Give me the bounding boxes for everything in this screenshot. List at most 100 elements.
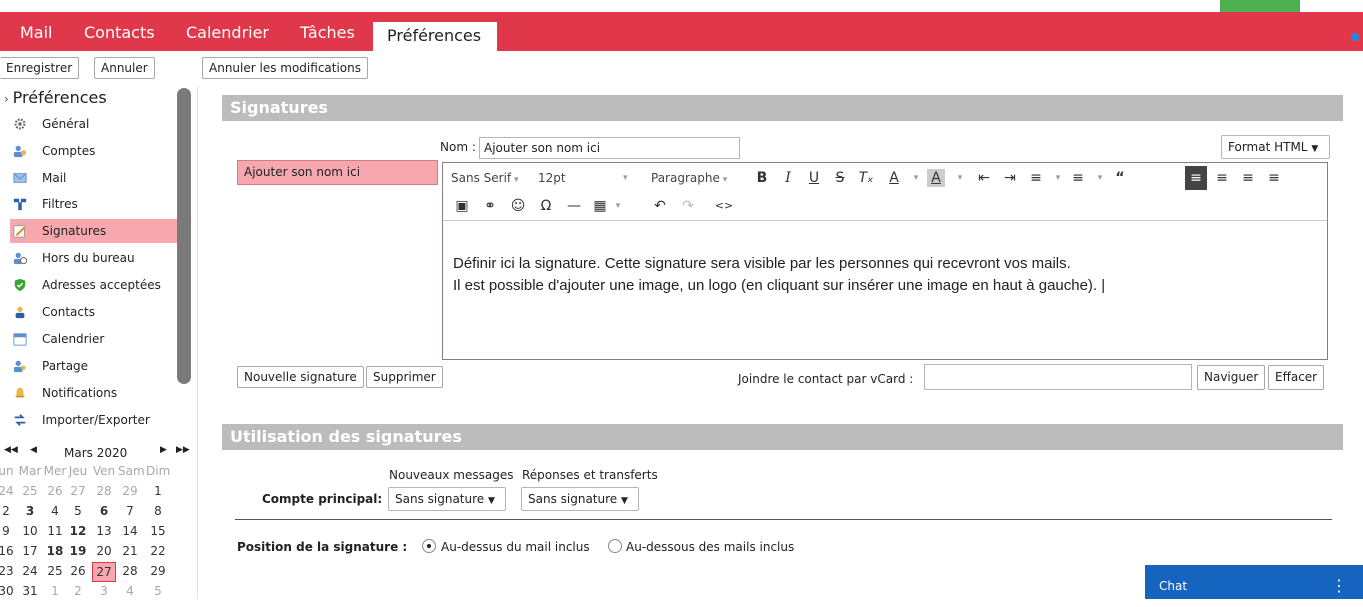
- outdent-icon[interactable]: ⇤: [973, 166, 995, 190]
- calendar-day[interactable]: 16: [0, 542, 18, 560]
- calendar-day[interactable]: 28: [92, 482, 116, 500]
- signature-list-item[interactable]: Ajouter son nom ici: [237, 160, 438, 185]
- calendar-day[interactable]: 25: [43, 562, 67, 580]
- sidebar-item-import-export[interactable]: Importer/Exporter: [10, 408, 178, 432]
- calendar-day[interactable]: 5: [146, 582, 170, 600]
- calendar-day[interactable]: 10: [18, 522, 42, 540]
- next-month-icon[interactable]: ▶: [160, 445, 167, 455]
- calendar-day[interactable]: 3: [92, 582, 116, 600]
- calendar-day[interactable]: 3: [18, 502, 42, 520]
- sidebar-item-mail[interactable]: Mail: [10, 166, 178, 190]
- numbered-list-icon[interactable]: ≡: [1067, 166, 1089, 190]
- calendar-day[interactable]: 24: [0, 482, 18, 500]
- calendar-day[interactable]: 4: [118, 582, 142, 600]
- align-right-icon[interactable]: ≡: [1237, 166, 1259, 190]
- link-icon[interactable]: ⚭: [479, 194, 501, 218]
- sidebar-item-notifications[interactable]: Notifications: [10, 381, 178, 405]
- tab-preferences[interactable]: Préférences: [373, 22, 497, 51]
- calendar-day[interactable]: 24: [18, 562, 42, 580]
- delete-signature-button[interactable]: Supprimer: [366, 366, 443, 388]
- undo-icon[interactable]: ↶: [649, 194, 671, 218]
- sidebar-item-filters[interactable]: Filtres: [10, 192, 178, 216]
- strikethrough-icon[interactable]: S: [829, 166, 851, 190]
- sidebar-item-accepted-addresses[interactable]: Adresses acceptées: [10, 273, 178, 297]
- chat-widget[interactable]: Chat ⋮: [1145, 565, 1363, 599]
- insert-image-icon[interactable]: ▣: [451, 194, 473, 218]
- editor-content[interactable]: Définir ici la signature. Cette signatur…: [453, 253, 1105, 297]
- special-char-icon[interactable]: Ω: [535, 194, 557, 218]
- calendar-day[interactable]: 2: [0, 502, 18, 520]
- calendar-day[interactable]: 7: [118, 502, 142, 520]
- calendar-day-today[interactable]: 27: [92, 562, 116, 582]
- calendar-day[interactable]: 17: [18, 542, 42, 560]
- prev-month-icon[interactable]: ◀: [30, 445, 37, 455]
- clear-format-icon[interactable]: Tₓ: [855, 166, 877, 190]
- calendar-day[interactable]: 22: [146, 542, 170, 560]
- italic-icon[interactable]: I: [777, 166, 799, 190]
- calendar-day[interactable]: 6: [92, 502, 116, 520]
- sidebar-item-signatures[interactable]: Signatures: [10, 219, 178, 243]
- more-options-icon[interactable]: ⋮: [1331, 565, 1347, 607]
- font-family-select[interactable]: Sans Serif: [451, 166, 519, 190]
- save-button[interactable]: Enregistrer: [0, 57, 80, 79]
- tab-tasks[interactable]: Tâches: [286, 14, 369, 51]
- name-input[interactable]: Ajouter son nom ici: [479, 137, 740, 159]
- radio-above[interactable]: [422, 539, 436, 553]
- clear-button[interactable]: Effacer: [1268, 365, 1325, 390]
- emoji-icon[interactable]: ☺: [507, 194, 529, 218]
- calendar-day[interactable]: 12: [66, 522, 90, 540]
- calendar-day[interactable]: 1: [146, 482, 170, 500]
- tab-calendar[interactable]: Calendrier: [172, 14, 283, 51]
- new-message-signature-select[interactable]: Sans signature ▼: [388, 487, 506, 511]
- calendar-day[interactable]: 30: [0, 582, 18, 600]
- sidebar-item-share[interactable]: Partage: [10, 354, 178, 378]
- browse-button[interactable]: Naviguer: [1197, 365, 1266, 390]
- calendar-day[interactable]: 19: [66, 542, 90, 560]
- tab-contacts[interactable]: Contacts: [70, 14, 169, 51]
- calendar-day[interactable]: 4: [43, 502, 67, 520]
- calendar-day[interactable]: 13: [92, 522, 116, 540]
- text-color-icon[interactable]: A: [883, 166, 905, 190]
- calendar-day[interactable]: 21: [118, 542, 142, 560]
- radio-below[interactable]: [608, 539, 622, 553]
- sidebar-item-general[interactable]: Général: [10, 112, 178, 136]
- sidebar-title[interactable]: › Préférences: [4, 88, 107, 107]
- calendar-day[interactable]: 15: [146, 522, 170, 540]
- background-color-icon[interactable]: A: [927, 169, 945, 187]
- calendar-day[interactable]: 18: [43, 542, 67, 560]
- sidebar-item-out-of-office[interactable]: Hors du bureau: [10, 246, 178, 270]
- blockquote-icon[interactable]: “: [1109, 166, 1131, 190]
- align-left-icon[interactable]: ≡: [1185, 166, 1207, 190]
- reply-signature-select[interactable]: Sans signature ▼: [521, 487, 639, 511]
- calendar-day[interactable]: 29: [146, 562, 170, 580]
- new-signature-button[interactable]: Nouvelle signature: [237, 366, 364, 388]
- calendar-day[interactable]: 25: [18, 482, 42, 500]
- justify-icon[interactable]: ≡: [1263, 166, 1285, 190]
- indent-icon[interactable]: ⇥: [999, 166, 1021, 190]
- calendar-day[interactable]: 1: [43, 582, 67, 600]
- calendar-day[interactable]: 5: [66, 502, 90, 520]
- horizontal-rule-icon[interactable]: —: [563, 194, 585, 218]
- calendar-day[interactable]: 26: [43, 482, 67, 500]
- calendar-day[interactable]: 14: [118, 522, 142, 540]
- calendar-day[interactable]: 11: [43, 522, 67, 540]
- calendar-day[interactable]: 2: [66, 582, 90, 600]
- underline-icon[interactable]: U: [803, 166, 825, 190]
- tab-mail[interactable]: Mail: [6, 14, 67, 51]
- format-select[interactable]: Format HTML ▼: [1221, 135, 1330, 159]
- source-code-icon[interactable]: <>: [713, 194, 735, 218]
- calendar-day[interactable]: 8: [146, 502, 170, 520]
- calendar-day[interactable]: 28: [118, 562, 142, 580]
- sidebar-item-accounts[interactable]: Comptes: [10, 139, 178, 163]
- calendar-day[interactable]: 9: [0, 522, 18, 540]
- vcard-input[interactable]: [924, 364, 1192, 390]
- cancel-button[interactable]: Annuler: [94, 57, 155, 79]
- sidebar-scrollbar[interactable]: [177, 88, 191, 384]
- next-year-icon[interactable]: ▶▶: [176, 445, 190, 455]
- sidebar-item-contacts[interactable]: Contacts: [10, 300, 178, 324]
- calendar-day[interactable]: 27: [66, 482, 90, 500]
- calendar-day[interactable]: 20: [92, 542, 116, 560]
- align-center-icon[interactable]: ≡: [1211, 166, 1233, 190]
- calendar-day[interactable]: 31: [18, 582, 42, 600]
- calendar-day[interactable]: 26: [66, 562, 90, 580]
